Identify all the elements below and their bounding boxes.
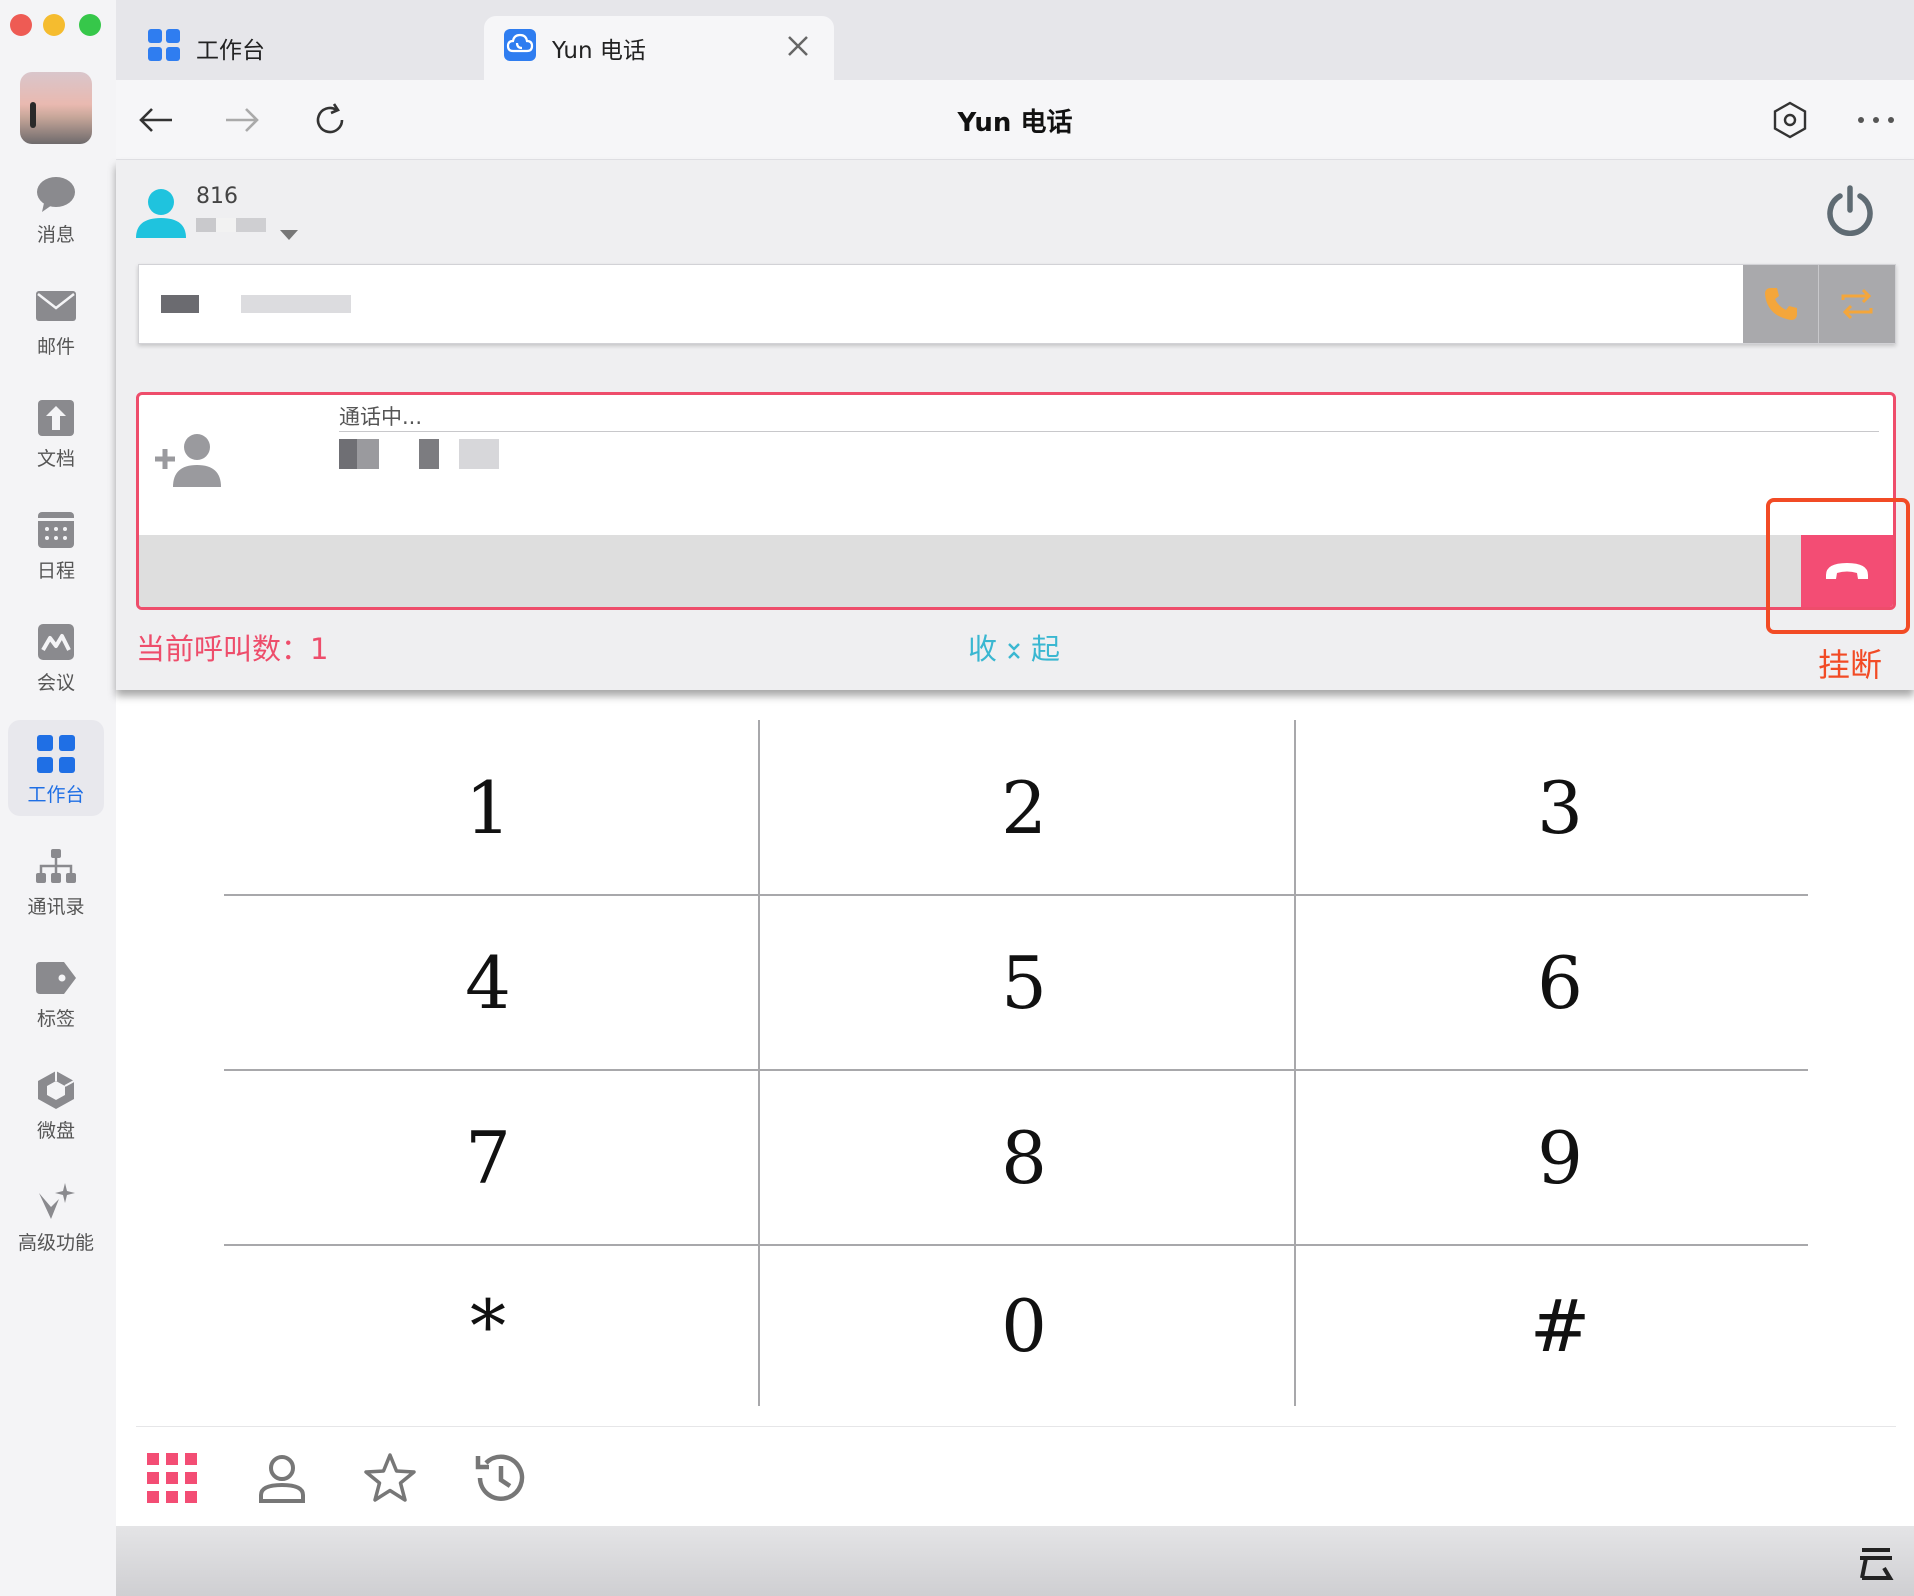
- dock-item-drive[interactable]: 微盘: [8, 1056, 104, 1152]
- dock-item-label: 工作台: [27, 784, 85, 806]
- dock-item-label: 文档: [36, 448, 75, 470]
- dial-number-field: [138, 264, 1896, 344]
- transfer-button[interactable]: [1819, 265, 1895, 343]
- divider: [136, 1426, 1896, 1427]
- dock-item-meeting[interactable]: 会议: [8, 608, 104, 704]
- sparkle-icon: [36, 1182, 76, 1222]
- user-name-redacted: [196, 218, 266, 232]
- key-0[interactable]: 0: [760, 1245, 1288, 1406]
- org-chart-icon: [36, 846, 76, 886]
- phone-icon: [1764, 288, 1797, 320]
- footer-bar: [116, 1526, 1914, 1596]
- collapse-label-left: 收: [968, 632, 998, 666]
- dialed-number-redacted: [161, 295, 351, 313]
- add-contact-icon[interactable]: [151, 431, 227, 491]
- dock-item-label: 通讯录: [27, 896, 85, 918]
- meeting-icon: [36, 622, 76, 662]
- app-dock: 消息 邮件 文档 日程 会议 工作台 通讯录 标签 微盘 高级功能: [0, 0, 116, 1596]
- dock-item-workbench[interactable]: 工作台: [8, 720, 104, 816]
- collapse-chevron-icon: [1008, 643, 1020, 659]
- dock-item-contacts[interactable]: 通讯录: [8, 832, 104, 928]
- nav-bar: Yun 电话: [116, 80, 1914, 160]
- caller-number-redacted: [339, 439, 505, 469]
- window-minimize-button[interactable]: [43, 14, 65, 36]
- tab-yun-phone[interactable]: Yun 电话: [484, 16, 834, 80]
- key-star[interactable]: *: [224, 1245, 752, 1406]
- cloud-logo-icon: [1858, 1546, 1894, 1586]
- user-extension: 816: [196, 184, 238, 209]
- key-6[interactable]: 6: [1296, 895, 1824, 1070]
- dialpad-icon[interactable]: [144, 1450, 200, 1506]
- tab-label: 工作台: [196, 38, 265, 64]
- call-status-text: 通话中...: [339, 405, 423, 429]
- history-icon[interactable]: [472, 1450, 528, 1506]
- call-button[interactable]: [1743, 265, 1819, 343]
- contacts-icon[interactable]: [254, 1450, 310, 1506]
- dock-item-label: 日程: [36, 560, 75, 582]
- cloud-phone-icon: [504, 29, 536, 67]
- call-controls-bar: [139, 535, 1893, 607]
- power-icon[interactable]: [1824, 184, 1876, 240]
- page-title: Yun 电话: [957, 108, 1073, 138]
- key-3[interactable]: 3: [1296, 720, 1824, 895]
- user-avatar[interactable]: [20, 72, 92, 144]
- tab-label: Yun 电话: [552, 38, 646, 64]
- more-options-icon[interactable]: [1856, 100, 1896, 140]
- dock-item-calendar[interactable]: 日程: [8, 496, 104, 592]
- phone-panel: 816 通话中... 当前呼叫数：1 收起: [116, 160, 1914, 690]
- key-4[interactable]: 4: [224, 895, 752, 1070]
- transfer-icon: [1841, 288, 1873, 320]
- favorites-star-icon[interactable]: [362, 1450, 418, 1506]
- key-2[interactable]: 2: [760, 720, 1288, 895]
- tab-bar: 工作台 Yun 电话: [116, 0, 1914, 80]
- tab-workbench[interactable]: 工作台: [148, 16, 478, 80]
- dock-item-messages[interactable]: 消息: [8, 160, 104, 256]
- window-zoom-button[interactable]: [79, 14, 101, 36]
- chevron-down-icon[interactable]: [280, 230, 298, 240]
- user-profile-icon: [136, 188, 186, 242]
- workbench-grid-icon: [36, 734, 76, 774]
- key-7[interactable]: 7: [224, 1070, 752, 1245]
- dock-item-tags[interactable]: 标签: [8, 944, 104, 1040]
- refresh-icon[interactable]: [310, 100, 350, 140]
- hangup-annotation-label: 挂断: [1818, 646, 1883, 684]
- dock-item-docs[interactable]: 文档: [8, 384, 104, 480]
- dock-item-label: 会议: [36, 672, 75, 694]
- close-icon[interactable]: [786, 34, 810, 64]
- workbench-grid-icon: [148, 29, 180, 67]
- dock-item-label: 消息: [36, 224, 75, 246]
- collapse-toggle[interactable]: 收起: [968, 626, 1060, 668]
- chat-bubble-icon: [36, 174, 76, 214]
- collapse-label-right: 起: [1031, 632, 1061, 666]
- dial-keypad: 1 2 3 4 5 6 7 8 9 * 0 #: [224, 720, 1808, 1406]
- key-9[interactable]: 9: [1296, 1070, 1824, 1245]
- dock-item-label: 标签: [36, 1008, 75, 1030]
- forward-arrow-icon[interactable]: [222, 100, 262, 140]
- active-call-card: 通话中...: [136, 392, 1896, 610]
- settings-hexagon-icon[interactable]: [1770, 100, 1810, 140]
- divider: [339, 431, 1879, 432]
- calendar-icon: [36, 510, 76, 550]
- window-close-button[interactable]: [10, 14, 32, 36]
- dock-item-label: 邮件: [36, 336, 75, 358]
- dock-item-label: 微盘: [36, 1120, 75, 1142]
- key-hash[interactable]: #: [1296, 1245, 1824, 1406]
- dock-item-advanced[interactable]: 高级功能: [8, 1168, 104, 1264]
- key-8[interactable]: 8: [760, 1070, 1288, 1245]
- dock-item-mail[interactable]: 邮件: [8, 272, 104, 368]
- cloud-drive-icon: [36, 1070, 76, 1110]
- key-1[interactable]: 1: [224, 720, 752, 895]
- dock-item-label: 高级功能: [17, 1232, 94, 1254]
- back-arrow-icon[interactable]: [136, 100, 176, 140]
- envelope-icon: [36, 286, 76, 326]
- dial-number-input[interactable]: [139, 265, 1749, 343]
- current-call-count: 当前呼叫数：1: [136, 632, 329, 666]
- document-icon: [36, 398, 76, 438]
- key-5[interactable]: 5: [760, 895, 1288, 1070]
- tag-icon: [36, 958, 76, 998]
- hangup-annotation-box: [1766, 498, 1910, 634]
